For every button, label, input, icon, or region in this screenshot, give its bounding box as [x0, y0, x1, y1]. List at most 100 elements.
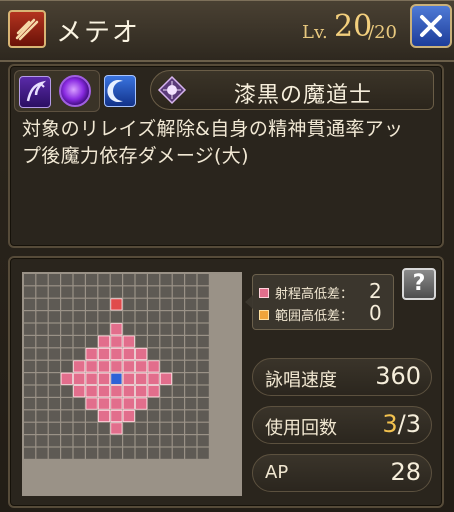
grid-cell-area [98, 335, 111, 348]
grid-cell-empty [123, 422, 135, 434]
grid-cell-empty [73, 422, 85, 434]
grid-cell-empty [98, 298, 110, 310]
grid-cell-empty [160, 410, 172, 422]
grid-cell-empty [135, 336, 147, 348]
grid-cell-area [85, 397, 98, 410]
grid-cell-area [110, 335, 123, 348]
grid-cell-empty [36, 311, 48, 323]
range-height-label: 射程高低差： [275, 287, 354, 302]
grid-cell-empty [123, 298, 135, 310]
grid-cell-empty [172, 385, 184, 397]
grid-cell-empty [197, 323, 209, 335]
grid-cell-area [60, 372, 73, 385]
grid-cell-empty [185, 398, 197, 410]
grid-cell-empty [197, 447, 209, 459]
grid-cell-empty [172, 348, 184, 360]
grid-cell-empty [98, 435, 110, 447]
grid-cell-empty [185, 311, 197, 323]
grid-cell-area [85, 348, 98, 361]
grid-cell-empty [61, 435, 73, 447]
cast-speed-value: 360 [375, 362, 421, 390]
grid-cell-empty [73, 323, 85, 335]
grid-cell-empty [197, 336, 209, 348]
stat-cast-speed: 詠唱速度 360 [252, 358, 432, 396]
grid-cell-area [135, 385, 148, 398]
grid-cell-empty [172, 435, 184, 447]
grid-cell-empty [73, 298, 85, 310]
grid-cell-empty [61, 447, 73, 459]
close-button[interactable] [410, 4, 452, 48]
grid-cell-area [110, 397, 123, 410]
grid-cell-empty [86, 447, 98, 459]
grid-cell-empty [185, 336, 197, 348]
grid-cell-empty [185, 298, 197, 310]
ap-value: 28 [390, 458, 421, 486]
grid-cell-empty [135, 274, 147, 286]
job-name: 漆黒の魔道士 [233, 83, 372, 108]
grid-cell-empty [48, 410, 60, 422]
grid-cell-empty [24, 373, 36, 385]
grid-cell-empty [123, 286, 135, 298]
grid-cell-empty [48, 348, 60, 360]
grid-cell-empty [24, 435, 36, 447]
grid-cell-empty [24, 385, 36, 397]
grid-cell-area [110, 409, 123, 422]
grid-cell-empty [73, 311, 85, 323]
grid-cell-empty [148, 410, 160, 422]
level-prefix: Lv. [302, 22, 328, 43]
grid-cell-empty [135, 286, 147, 298]
uses-current: 3 [382, 410, 398, 438]
grid-cell-empty [172, 422, 184, 434]
grid-cell-empty [36, 435, 48, 447]
grid-cell-empty [24, 323, 36, 335]
grid-cell-empty [110, 447, 122, 459]
grid-cell-empty [24, 311, 36, 323]
grid-cell-empty [185, 274, 197, 286]
grid-cell-empty [61, 286, 73, 298]
grid-cell-empty [24, 274, 36, 286]
grid-cell-area [159, 372, 172, 385]
grid-cell-area [98, 348, 111, 361]
grid-cell-empty [160, 422, 172, 434]
help-button[interactable]: ? [402, 268, 436, 300]
skill-header: メテオ Lv. 20 /20 [0, 0, 454, 62]
grid-cell-empty [61, 348, 73, 360]
grid-cell-area [147, 385, 160, 398]
grid-cell-empty [172, 360, 184, 372]
grid-cell-empty [61, 336, 73, 348]
grid-cell-empty [148, 348, 160, 360]
grid-cell-empty [148, 336, 160, 348]
grid-cell-empty [73, 286, 85, 298]
grid-cell-area [110, 422, 123, 435]
stat-uses: 使用回数 3/3 [252, 406, 432, 444]
grid-cell-empty [123, 435, 135, 447]
grid-cell-empty [135, 323, 147, 335]
grid-cell-empty [185, 360, 197, 372]
grid-cell-empty [36, 360, 48, 372]
grid-cell-area [85, 360, 98, 373]
grid-cell-empty [135, 447, 147, 459]
grid-cell-empty [73, 336, 85, 348]
grid-cell-empty [61, 274, 73, 286]
grid-cell-empty [24, 447, 36, 459]
ap-label: AP [265, 462, 289, 483]
height-diff-tooltip: 射程高低差： 2 範囲高低差： 0 [245, 274, 394, 330]
grid-cell-empty [86, 274, 98, 286]
grid-cell-area [98, 385, 111, 398]
grid-cell-empty [36, 286, 48, 298]
grid-cell-empty [48, 373, 60, 385]
grid-cell-empty [48, 298, 60, 310]
grid-cell-empty [172, 410, 184, 422]
grid-cell-empty [61, 398, 73, 410]
grid-cell-area [73, 385, 86, 398]
grid-cell-empty [36, 348, 48, 360]
grid-cell-empty [197, 373, 209, 385]
grid-cell-empty [61, 422, 73, 434]
grid-cell-empty [197, 348, 209, 360]
grid-cell-empty [36, 373, 48, 385]
grid-cell-empty [61, 360, 73, 372]
grid-cell-empty [148, 286, 160, 298]
level-max: /20 [368, 22, 397, 43]
grid-cell-empty [160, 298, 172, 310]
grid-cell-empty [197, 398, 209, 410]
